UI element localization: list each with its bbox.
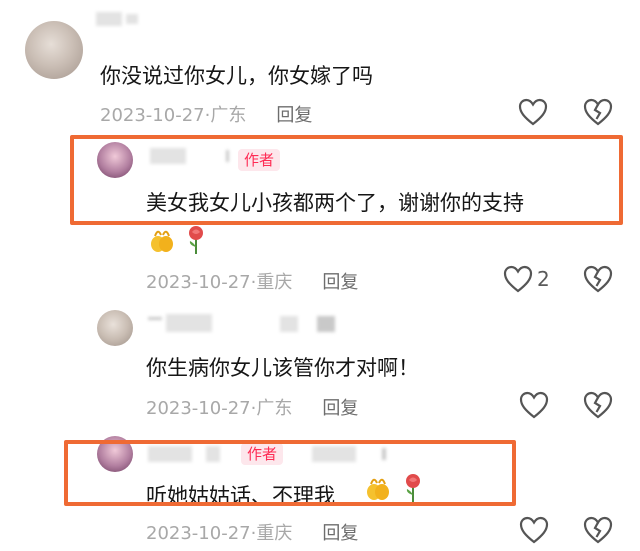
comment-region: 广东	[256, 398, 293, 419]
reply-button[interactable]: 回复	[322, 398, 358, 419]
username-blurred	[166, 314, 212, 332]
rose-icon	[189, 226, 203, 254]
comment-meta: 2023-10-27·广东 回复	[100, 105, 313, 126]
comment-date: 2023-10-27	[146, 272, 251, 293]
username-blurred	[280, 316, 298, 332]
reply-button[interactable]: 回复	[276, 105, 312, 126]
dislike-broken-heart-icon[interactable]	[583, 516, 613, 544]
username-blurred	[317, 316, 335, 332]
like-heart-icon[interactable]	[519, 391, 549, 419]
comment-date: 2023-10-27	[146, 398, 251, 419]
avatar[interactable]	[97, 310, 133, 346]
like-heart-icon[interactable]	[519, 516, 549, 544]
comment-meta: 2023-10-27·重庆 回复	[146, 272, 359, 293]
comment-region: 重庆	[256, 523, 293, 544]
like-heart-icon[interactable]	[518, 98, 548, 126]
comment-region: 广东	[210, 105, 247, 126]
reply-button[interactable]: 回复	[322, 523, 358, 544]
dislike-broken-heart-icon[interactable]	[583, 391, 613, 419]
dislike-broken-heart-icon[interactable]	[583, 98, 613, 126]
comment-meta: 2023-10-27·重庆 回复	[146, 523, 359, 544]
highlight-box	[70, 135, 623, 225]
comment-text: 你没说过你女儿，你女嫁了吗	[100, 64, 373, 88]
gold-hands-icon	[151, 230, 173, 252]
reply-button[interactable]: 回复	[322, 272, 358, 293]
username-blurred	[148, 317, 162, 320]
comment-date: 2023-10-27	[100, 105, 205, 126]
username-blurred	[96, 12, 122, 26]
like-count: 2	[537, 267, 550, 291]
dislike-broken-heart-icon[interactable]	[583, 265, 613, 293]
comment-date: 2023-10-27	[146, 523, 251, 544]
comment-meta: 2023-10-27·广东 回复	[146, 398, 359, 419]
comment-text: 你生病你女儿该管你才对啊！	[146, 356, 419, 380]
highlight-box	[64, 440, 516, 506]
username-blurred	[126, 14, 138, 24]
avatar[interactable]	[25, 21, 83, 79]
comment-region: 重庆	[256, 272, 293, 293]
like-heart-icon[interactable]	[503, 265, 533, 293]
